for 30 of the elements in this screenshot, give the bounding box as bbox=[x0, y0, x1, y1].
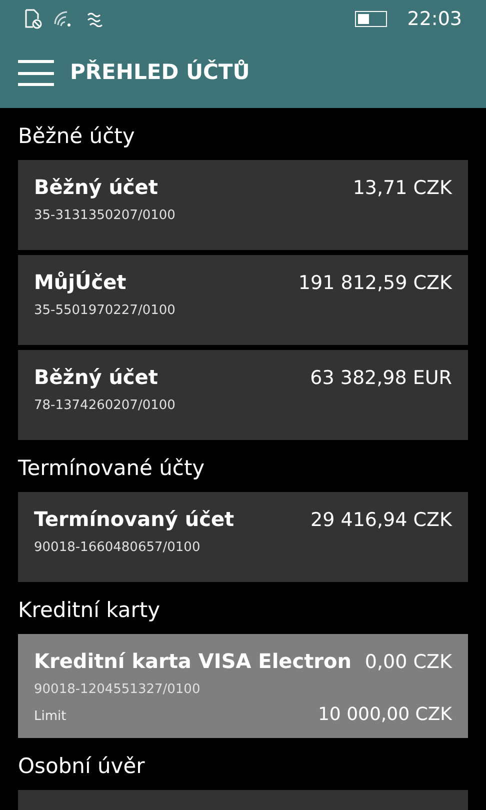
account-balance: 0,00 CZK bbox=[364, 650, 452, 675]
account-name: Termínovaný účet bbox=[34, 506, 234, 532]
section-heading: Běžné účty bbox=[17, 123, 136, 150]
section-heading: Osobní úvěr bbox=[17, 753, 146, 780]
account-balance: 191 812,59 CZK bbox=[298, 271, 452, 296]
account-card[interactable]: Běžný účet 63 382,98 EUR 78-1374260207/0100 bbox=[18, 350, 468, 440]
account-number: 90018-1204551327/0100 bbox=[34, 681, 200, 699]
account-card[interactable]: Běžný účet 13,71 CZK 35-3131350207/0100 bbox=[18, 160, 468, 250]
account-name: MůjÚčet bbox=[34, 269, 126, 295]
account-name: Běžný účet bbox=[34, 174, 158, 200]
account-balance: 13,71 CZK bbox=[352, 176, 452, 201]
section-heading: Termínované účty bbox=[17, 455, 206, 482]
sim-card-icon bbox=[24, 9, 42, 29]
account-number: 90018-1660480657/0100 bbox=[34, 539, 200, 557]
limit-label: Limit bbox=[34, 708, 66, 726]
account-card[interactable]: Termínovaný účet 29 416,94 CZK 90018-1660480657/0100 bbox=[18, 492, 468, 582]
section-heading: Kreditní karty bbox=[17, 597, 162, 624]
limit-amount: 10 000,00 CZK bbox=[318, 703, 452, 727]
account-number: 35-3131350207/0100 bbox=[34, 207, 176, 225]
account-balance: 29 416,94 CZK bbox=[310, 508, 452, 533]
account-name: Běžný účet bbox=[34, 364, 158, 390]
account-balance: 63 382,98 EUR bbox=[310, 366, 452, 391]
account-card[interactable]: MůjÚčet 191 812,59 CZK 35-5501970227/0100 bbox=[18, 255, 468, 345]
account-card[interactable]: Kreditní karta VISA Electron 0,00 CZK 90018-1204551327/0100 Limit 10 000,00 CZK bbox=[18, 634, 468, 738]
page-title: PŘEHLED ÚČTŮ bbox=[70, 58, 250, 86]
menu-icon[interactable] bbox=[18, 58, 54, 88]
account-number: 78-1374260207/0100 bbox=[34, 397, 176, 415]
account-name: Kreditní karta VISA Electron bbox=[34, 648, 352, 674]
clock: 22:03 bbox=[407, 6, 462, 32]
account-number: 35-5501970227/0100 bbox=[34, 302, 176, 320]
